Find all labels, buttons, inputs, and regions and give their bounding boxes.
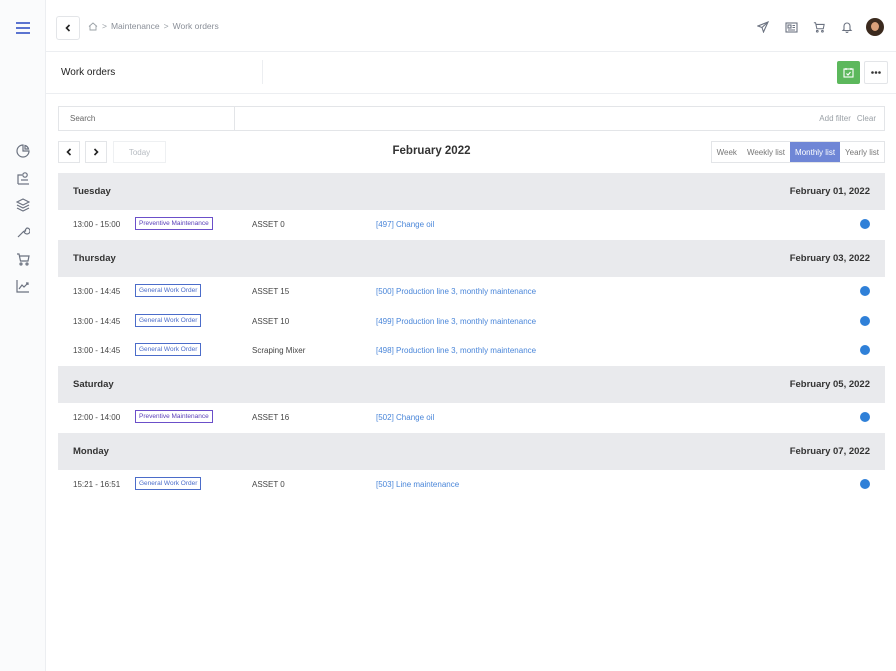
day-date: February 01, 2022	[789, 186, 870, 197]
work-order-link[interactable]: [499] Production line 3, monthly mainten…	[376, 317, 536, 326]
calendar-view-button[interactable]	[837, 61, 860, 84]
work-order-link[interactable]: [500] Production line 3, monthly mainten…	[376, 287, 536, 296]
breadcrumb-item-work-orders[interactable]: Work orders	[173, 21, 219, 31]
view-option-week[interactable]: Week	[712, 142, 742, 162]
status-dot	[860, 479, 870, 489]
wrench-icon[interactable]	[13, 222, 33, 242]
topbar: > Maintenance > Work orders	[46, 0, 896, 52]
work-order-link[interactable]: [498] Production line 3, monthly mainten…	[376, 346, 536, 355]
time-range: 13:00 - 14:45	[73, 346, 121, 355]
layers-icon[interactable]	[13, 195, 33, 215]
day-date: February 05, 2022	[789, 379, 870, 390]
view-option-weekly-list[interactable]: Weekly list	[742, 142, 790, 162]
day-name: Tuesday	[73, 186, 111, 197]
time-range: 12:00 - 14:00	[73, 413, 121, 422]
status-dot	[860, 315, 870, 326]
chevron-left-icon	[65, 24, 71, 32]
day-name: Saturday	[73, 379, 114, 390]
work-order-link[interactable]: [503] Line maintenance	[376, 480, 459, 489]
work-order-row[interactable]: 13:00 - 14:45 General Work Order ASSET 15 […	[58, 277, 885, 306]
send-icon[interactable]	[754, 16, 772, 38]
work-order-link[interactable]: [497] Change oil	[376, 220, 434, 229]
cart-icon[interactable]	[13, 249, 33, 269]
day-date: February 03, 2022	[789, 253, 870, 264]
filter-actions: Add filter Clear	[819, 114, 876, 123]
more-options-button[interactable]	[864, 61, 888, 84]
search-bar: Add filter Clear	[58, 106, 885, 131]
page-header: Work orders	[46, 52, 896, 94]
breadcrumb-separator: >	[102, 21, 107, 31]
view-option-yearly-list[interactable]: Yearly list	[840, 142, 884, 162]
calendar-check-icon	[843, 68, 854, 78]
time-range: 15:21 - 16:51	[73, 480, 121, 489]
home-icon[interactable]	[88, 21, 98, 31]
time-range: 13:00 - 15:00	[73, 220, 121, 229]
status-dot	[860, 286, 870, 296]
work-order-row[interactable]: 15:21 - 16:51 General Work Order ASSET 0 [5…	[58, 470, 885, 499]
breadcrumb-separator: >	[163, 21, 169, 31]
time-range: 13:00 - 14:45	[73, 287, 121, 296]
day-header: Saturday February 05, 2022	[58, 366, 885, 403]
clear-filter-link[interactable]: Clear	[857, 114, 876, 123]
day-name: Monday	[73, 446, 109, 457]
work-order-type-badge: Preventive Maintenance	[135, 410, 213, 423]
ellipsis-icon	[871, 71, 881, 74]
day-header: Monday February 07, 2022	[58, 433, 885, 470]
page-title: Work orders	[61, 67, 116, 78]
analytics-icon[interactable]	[13, 276, 33, 296]
day-name: Thursday	[73, 253, 116, 264]
bell-icon[interactable]	[838, 16, 856, 38]
add-filter-link[interactable]: Add filter	[819, 114, 851, 123]
work-order-link[interactable]: [502] Change oil	[376, 413, 434, 422]
breadcrumb: > Maintenance > Work orders	[88, 21, 219, 31]
calendar-navigation: Today February 2022 Week Weekly list Month…	[58, 141, 885, 163]
sidebar	[0, 0, 46, 671]
asset-name: Scraping Mixer	[252, 346, 306, 355]
work-order-row[interactable]: 13:00 - 14:45 General Work Order ASSET 10 […	[58, 307, 885, 336]
assets-icon[interactable]	[13, 168, 33, 188]
work-order-type-badge: Preventive Maintenance	[135, 217, 213, 230]
cart-icon[interactable]	[810, 16, 828, 38]
breadcrumb-item-maintenance[interactable]: Maintenance	[111, 21, 160, 31]
view-option-monthly-list[interactable]: Monthly list	[790, 142, 841, 162]
asset-name: ASSET 15	[252, 287, 290, 296]
topbar-actions	[754, 16, 884, 38]
asset-name: ASSET 10	[252, 316, 290, 326]
divider	[262, 60, 263, 84]
day-date: February 07, 2022	[789, 446, 870, 457]
work-order-row[interactable]: 13:00 - 15:00 Preventive Maintenance ASSET…	[58, 210, 885, 239]
time-range: 13:00 - 14:45	[73, 316, 121, 326]
day-header: Thursday February 03, 2022	[58, 240, 885, 277]
dashboard-icon[interactable]	[13, 141, 33, 161]
work-order-row[interactable]: 13:00 - 14:45 General Work Order Scraping …	[58, 336, 885, 365]
asset-name: ASSET 0	[252, 480, 285, 489]
newspaper-icon[interactable]	[782, 16, 800, 38]
app-root: > Maintenance > Work orders Work orders …	[0, 0, 896, 671]
avatar[interactable]	[866, 18, 884, 36]
work-order-type-badge: General Work Order	[135, 343, 202, 356]
status-dot	[860, 345, 870, 355]
work-order-row[interactable]: 12:00 - 14:00 Preventive Maintenance ASSET…	[58, 403, 885, 432]
work-order-type-badge: General Work Order	[135, 313, 202, 327]
main-content: > Maintenance > Work orders Work orders …	[46, 0, 896, 671]
asset-name: ASSET 16	[252, 413, 290, 422]
menu-icon[interactable]	[13, 18, 33, 38]
search-input[interactable]	[59, 107, 235, 130]
status-dot	[860, 219, 870, 229]
month-title: February 2022	[392, 145, 471, 157]
work-order-type-badge: General Work Order	[135, 284, 202, 297]
status-dot	[860, 412, 870, 422]
view-toggle: Week Weekly list Monthly list Yearly list	[710, 141, 885, 163]
asset-name: ASSET 0	[252, 220, 285, 229]
work-order-type-badge: General Work Order	[135, 477, 202, 490]
day-header: Tuesday February 01, 2022	[58, 173, 885, 210]
back-button[interactable]	[56, 16, 80, 40]
